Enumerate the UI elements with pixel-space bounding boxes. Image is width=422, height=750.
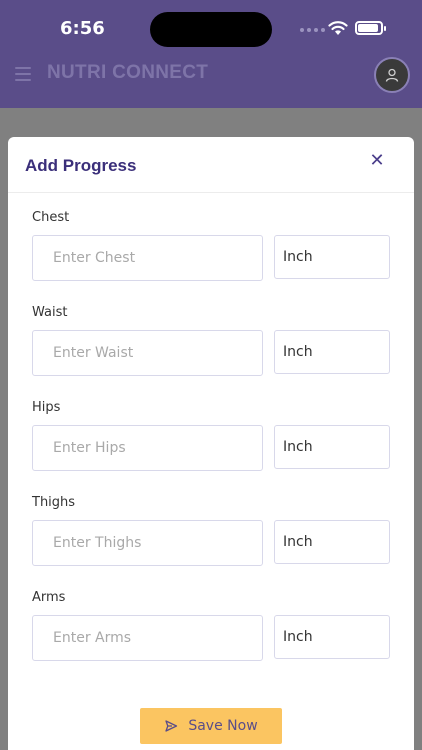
arms-input[interactable] — [32, 615, 263, 661]
field-label: Arms — [32, 590, 66, 605]
modal-title: Add Progress — [25, 156, 137, 175]
app-title: NUTRI CONNECT — [47, 62, 209, 83]
waist-input[interactable] — [32, 330, 263, 376]
avatar[interactable] — [374, 57, 410, 93]
wifi-icon — [328, 21, 348, 35]
status-bar: 6:56 — [0, 0, 422, 58]
arms-unit-select[interactable]: Inch — [274, 615, 390, 659]
field-hips: Hips Inch — [32, 400, 390, 472]
dynamic-island — [150, 12, 272, 47]
thighs-unit-select[interactable]: Inch — [274, 520, 390, 564]
add-progress-modal: Add Progress ✕ Chest Inch Waist Inch Hip… — [8, 137, 414, 750]
hips-input[interactable] — [32, 425, 263, 471]
field-label: Hips — [32, 400, 61, 415]
field-label: Waist — [32, 305, 68, 320]
field-label: Chest — [32, 210, 70, 225]
chest-unit-select[interactable]: Inch — [274, 235, 390, 279]
field-thighs: Thighs Inch — [32, 495, 390, 567]
hips-unit-select[interactable]: Inch — [274, 425, 390, 469]
send-icon — [165, 720, 178, 732]
save-now-label: Save Now — [188, 718, 258, 734]
battery-icon — [355, 21, 386, 35]
field-arms: Arms Inch — [32, 590, 390, 662]
user-icon — [385, 68, 399, 82]
menu-icon[interactable] — [15, 67, 31, 81]
thighs-input[interactable] — [32, 520, 263, 566]
field-label: Thighs — [32, 495, 76, 510]
save-now-button[interactable]: Save Now — [140, 708, 282, 744]
modal-header: Add Progress ✕ — [8, 137, 414, 193]
field-waist: Waist Inch — [32, 305, 390, 377]
chest-input[interactable] — [32, 235, 263, 281]
waist-unit-select[interactable]: Inch — [274, 330, 390, 374]
cellular-signal-icon — [300, 28, 325, 32]
close-icon[interactable]: ✕ — [368, 152, 386, 170]
field-chest: Chest Inch — [32, 210, 390, 282]
app-header: 6:56 NUTRI CONNECT — [0, 0, 422, 108]
status-time: 6:56 — [60, 18, 105, 39]
